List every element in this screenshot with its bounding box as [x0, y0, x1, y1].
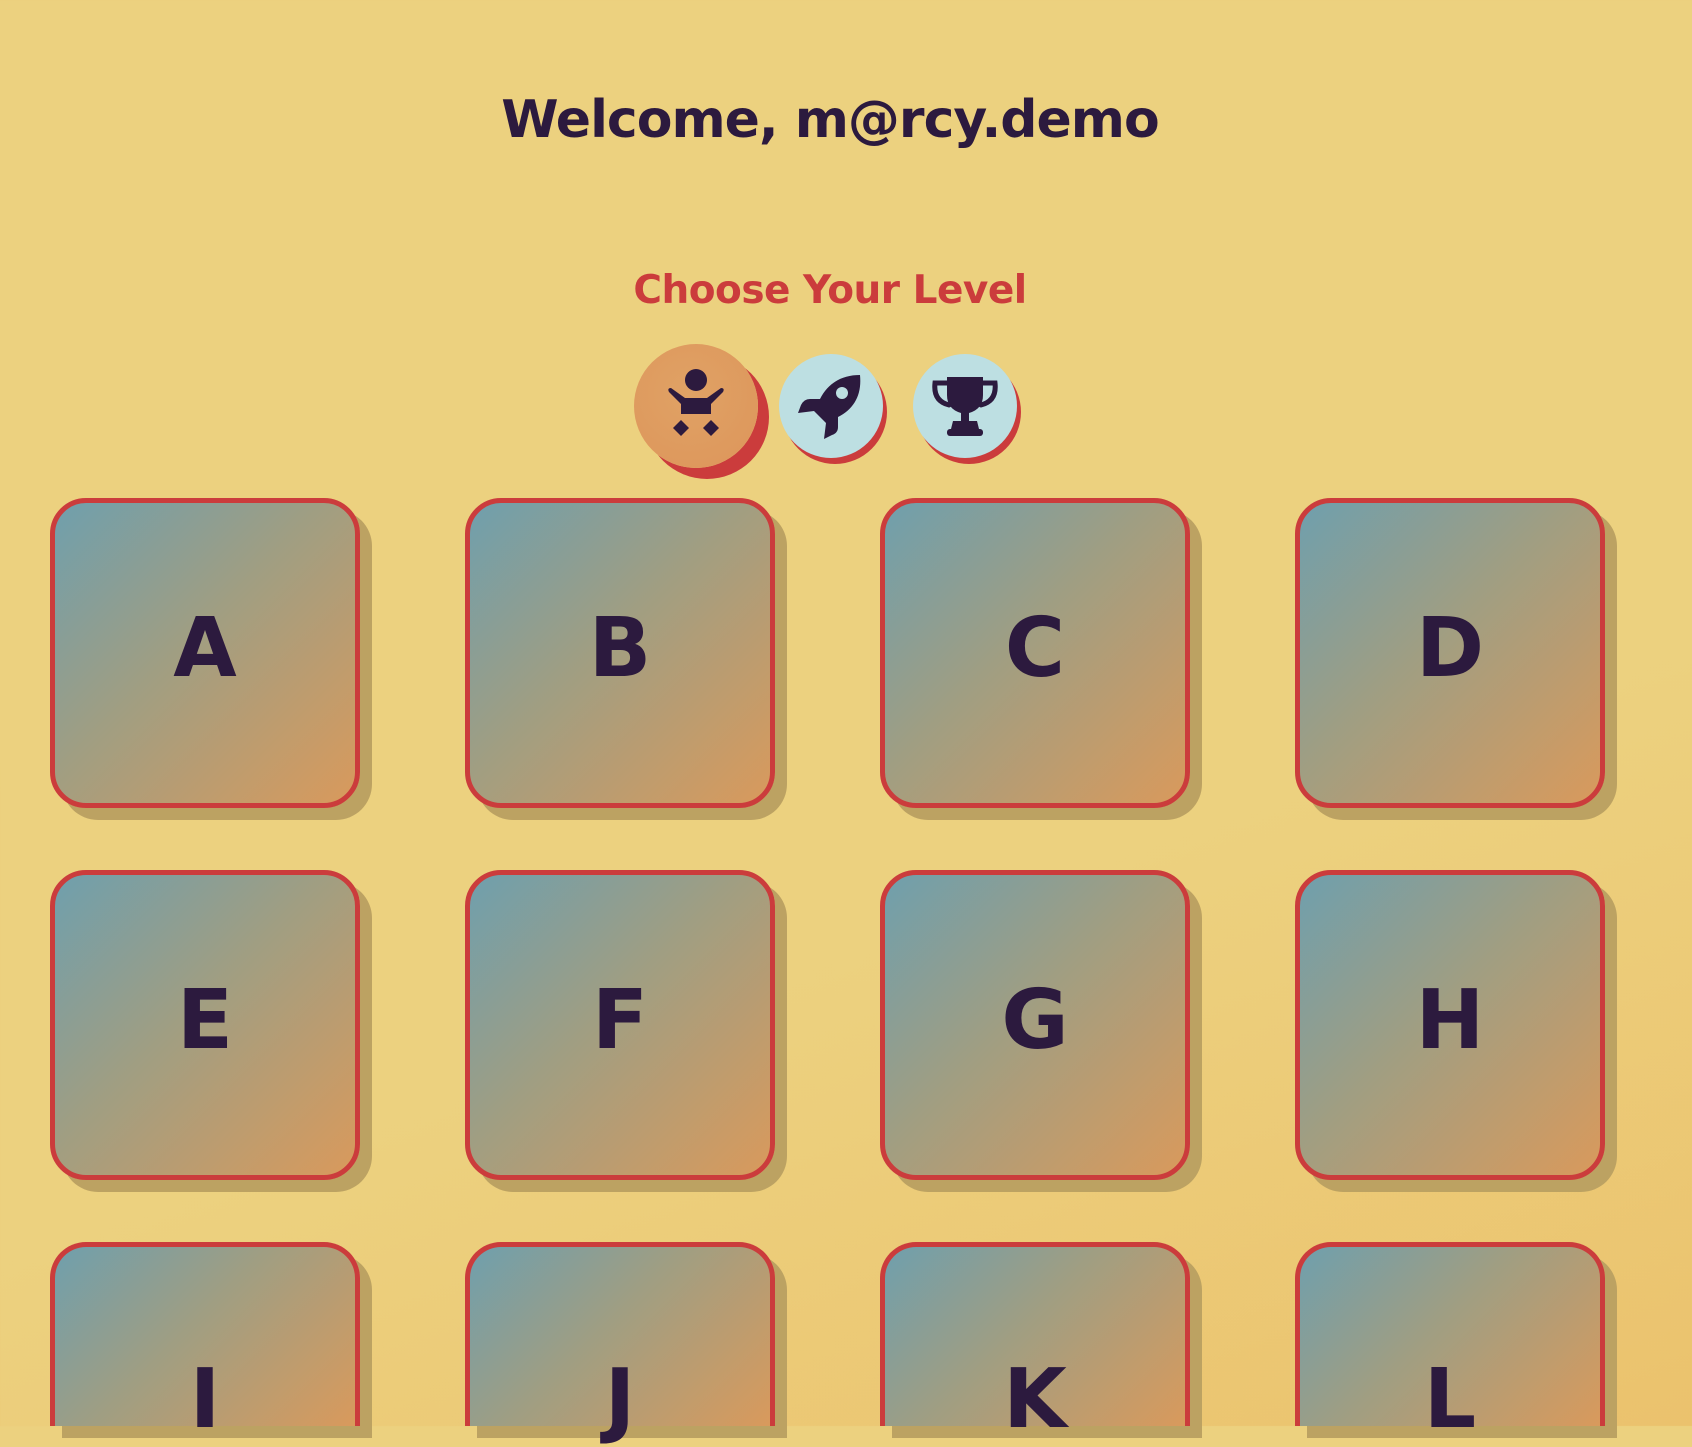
baby-icon — [668, 369, 724, 436]
tile-letter: D — [1415, 601, 1485, 696]
tile-letter: I — [189, 1352, 221, 1447]
tile-letter: A — [173, 601, 237, 696]
letter-tile-h[interactable]: H — [1295, 870, 1605, 1180]
letter-tile-a[interactable]: A — [50, 498, 360, 808]
letter-tile-i[interactable]: I — [50, 1242, 360, 1441]
level-medium-button[interactable] — [779, 354, 883, 458]
level-hard-button[interactable] — [913, 354, 1017, 458]
tile-letter: G — [1001, 973, 1069, 1068]
tile-letter: J — [604, 1352, 636, 1447]
tile-letter: L — [1423, 1352, 1477, 1447]
letter-tile-e[interactable]: E — [50, 870, 360, 1180]
letter-tile-l[interactable]: L — [1295, 1242, 1605, 1441]
tile-letter: F — [591, 973, 648, 1068]
letter-tile-b[interactable]: B — [465, 498, 775, 808]
letter-tile-f[interactable]: F — [465, 870, 775, 1180]
trophy-icon — [932, 377, 998, 436]
rocket-icon — [798, 375, 861, 439]
level-easy-button[interactable] — [634, 344, 758, 468]
welcome-heading: Welcome, m@rcy.demo — [501, 90, 1159, 150]
letter-tile-g[interactable]: G — [880, 870, 1190, 1180]
tile-letter: B — [588, 601, 652, 696]
tile-letter: E — [176, 973, 233, 1068]
letter-tile-k[interactable]: K — [880, 1242, 1190, 1441]
tile-letter: H — [1415, 973, 1485, 1068]
letter-tile-d[interactable]: D — [1295, 498, 1605, 808]
tile-letter: C — [1004, 601, 1066, 696]
letter-tile-j[interactable]: J — [465, 1242, 775, 1441]
letter-tile-c[interactable]: C — [880, 498, 1190, 808]
tile-letter: K — [1003, 1352, 1067, 1447]
choose-level-heading: Choose Your Level — [633, 268, 1027, 313]
